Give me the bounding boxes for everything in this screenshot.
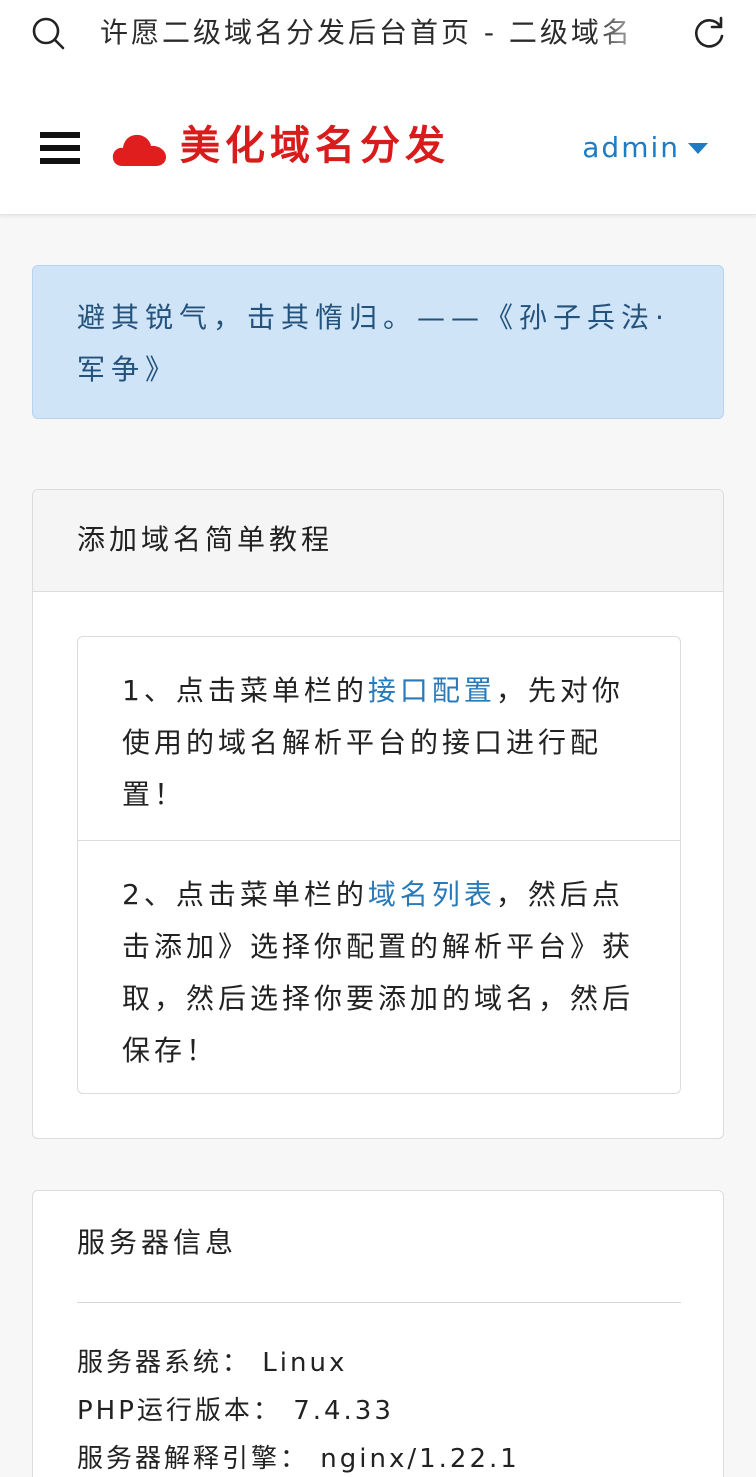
- divider: [77, 1302, 681, 1303]
- menu-toggle-button[interactable]: [40, 132, 80, 166]
- tutorial-panel: 添加域名简单教程 1、点击菜单栏的接口配置，先对你使用的域名解析平台的接口进行配…: [32, 489, 724, 1139]
- server-os-value: Linux: [262, 1348, 348, 1378]
- quote-text: 避其锐气，击其惰归。——《孙子兵法·军争》: [77, 301, 670, 386]
- step-item: 1、点击菜单栏的接口配置，先对你使用的域名解析平台的接口进行配置！: [78, 637, 680, 841]
- caret-down-icon: [688, 142, 708, 154]
- server-info-title: 服务器信息: [77, 1226, 238, 1259]
- hamburger-bar: [40, 132, 80, 138]
- server-os-label: 服务器系统：: [77, 1348, 252, 1378]
- browser-address-bar: 许愿二级域名分发后台首页 - 二级域名: [0, 0, 756, 68]
- hamburger-bar: [40, 145, 80, 151]
- page: 许愿二级域名分发后台首页 - 二级域名 美化域名分发 admin 避其锐气，击其…: [0, 0, 756, 1477]
- tutorial-title: 添加域名简单教程: [77, 523, 334, 556]
- username-label: admin: [582, 131, 680, 164]
- reload-icon[interactable]: [690, 14, 728, 52]
- steps-list: 1、点击菜单栏的接口配置，先对你使用的域名解析平台的接口进行配置！ 2、点击菜单…: [77, 636, 681, 1094]
- step-prefix: 1、点击菜单栏的: [122, 674, 368, 707]
- hamburger-bar: [40, 158, 80, 164]
- tutorial-panel-heading: 添加域名简单教程: [33, 490, 723, 592]
- server-engine-row: 服务器解释引擎： nginx/1.22.1: [77, 1435, 681, 1477]
- browser-page-title[interactable]: 许愿二级域名分发后台首页 - 二级域名: [100, 14, 660, 52]
- brand-name[interactable]: 美化域名分发: [180, 120, 450, 172]
- step-item: 2、点击菜单栏的域名列表，然后点击添加》选择你配置的解析平台》获取，然后选择你要…: [78, 841, 680, 1093]
- server-info-list: 服务器系统： Linux PHP运行版本： 7.4.33 服务器解释引擎： ng…: [77, 1339, 681, 1477]
- server-engine-label: 服务器解释引擎：: [77, 1444, 310, 1474]
- api-config-link[interactable]: 接口配置: [368, 674, 496, 707]
- php-version-row: PHP运行版本： 7.4.33: [77, 1387, 681, 1435]
- user-menu-dropdown[interactable]: admin: [582, 128, 708, 168]
- step-prefix: 2、点击菜单栏的: [122, 878, 368, 911]
- server-engine-value: nginx/1.22.1: [320, 1444, 520, 1474]
- app-header: 美化域名分发 admin: [0, 68, 756, 215]
- php-version-value: 7.4.33: [293, 1396, 394, 1426]
- php-version-label: PHP运行版本：: [77, 1396, 282, 1426]
- server-os-row: 服务器系统： Linux: [77, 1339, 681, 1387]
- quote-alert: 避其锐气，击其惰归。——《孙子兵法·军争》: [32, 265, 724, 419]
- search-icon[interactable]: [30, 15, 66, 51]
- domain-list-link[interactable]: 域名列表: [368, 878, 496, 911]
- cloud-logo-icon[interactable]: [112, 126, 168, 170]
- server-info-panel: 服务器信息 服务器系统： Linux PHP运行版本： 7.4.33 服务器解释…: [32, 1190, 724, 1477]
